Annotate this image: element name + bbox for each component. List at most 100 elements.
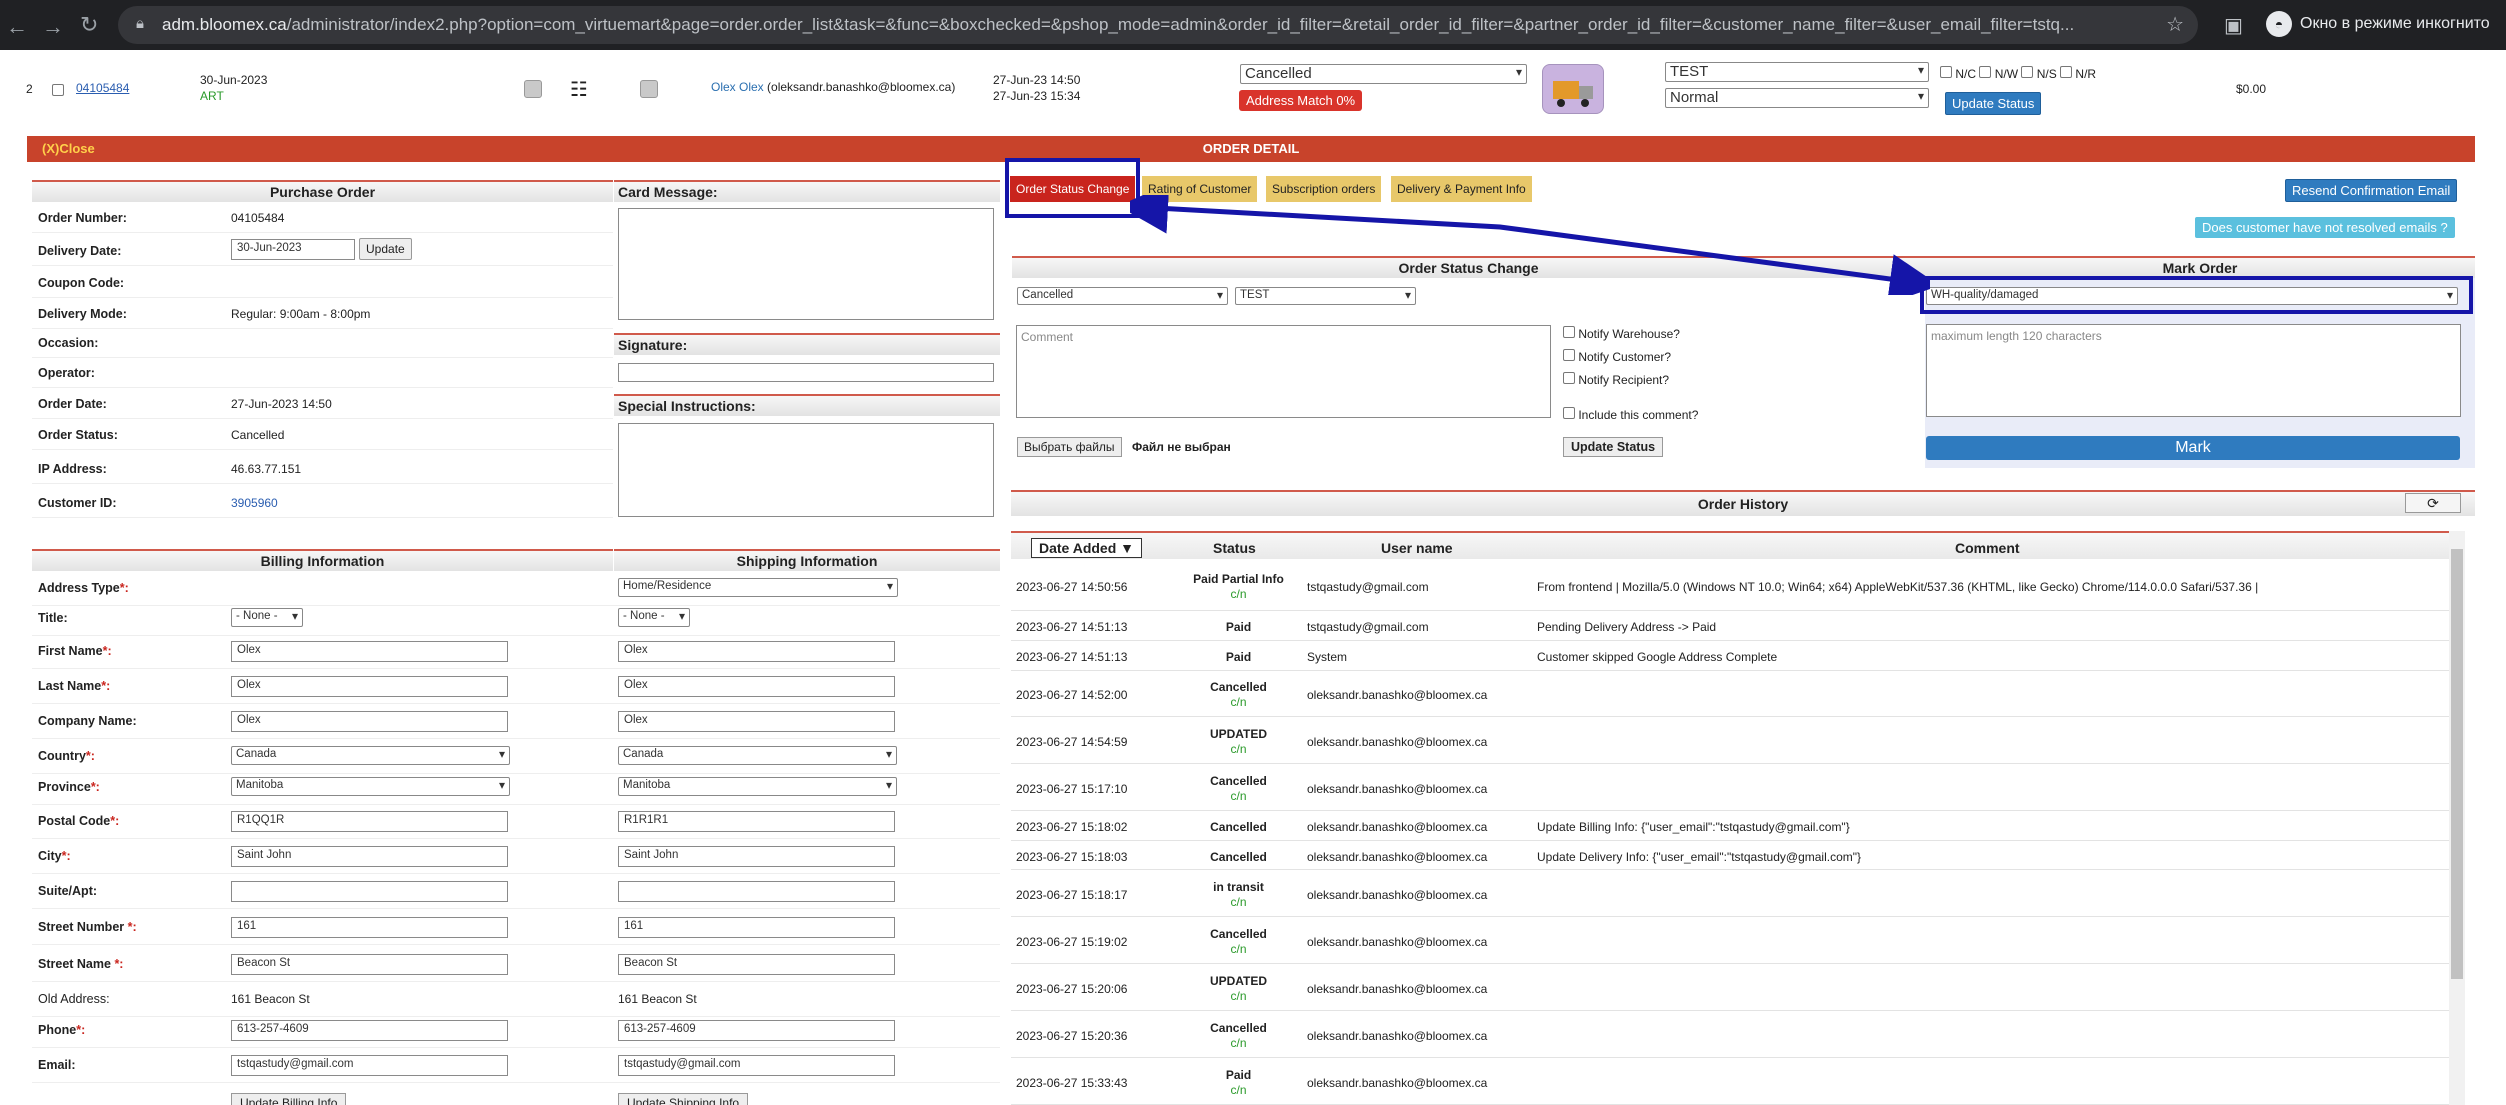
include-comment-option: Include this comment?	[1563, 407, 1698, 422]
print-icon[interactable]	[524, 80, 542, 98]
flag-ns-checkbox[interactable]	[2021, 66, 2034, 78]
billing-label-text: Street Number	[38, 920, 128, 934]
address-match-badge: Address Match 0%	[1239, 90, 1363, 111]
no-file-label: Файл не выбран	[1132, 440, 1231, 454]
customer-name-link[interactable]: Olex Olex	[711, 80, 764, 94]
url-text[interactable]: adm.bloomex.ca/administrator/index2.php?…	[162, 15, 2152, 35]
test-select[interactable]: TEST	[1665, 62, 1929, 82]
billing-label: Address Type*:	[38, 581, 129, 595]
history-comment: Update Billing Info: {"user_email":"tstq…	[1537, 820, 1850, 834]
billing-title-select[interactable]: - None -	[231, 608, 303, 627]
shipping-input[interactable]: Beacon St	[618, 954, 895, 975]
billing-input[interactable]: Olex	[231, 711, 508, 732]
flag-nr-label: N/R	[2075, 67, 2097, 81]
customer-id-link[interactable]: 3905960	[231, 496, 278, 510]
created-time: 27-Jun-23 14:50	[993, 73, 1081, 87]
notify-warehouse-checkbox[interactable]	[1563, 326, 1575, 338]
shipping-input[interactable]: Olex	[618, 711, 895, 732]
delivery-truck-icon[interactable]	[1542, 64, 1604, 114]
billing-input[interactable]: Olex	[231, 676, 508, 697]
unresolved-emails-button[interactable]: Does customer have not resolved emails ?	[2195, 217, 2455, 238]
required-marker: *:	[102, 644, 112, 658]
shipping-address-type-select[interactable]: Home/Residence	[618, 578, 898, 597]
flag-nw-checkbox[interactable]	[1979, 66, 1992, 78]
annotation-box-tab	[1005, 158, 1140, 218]
copy-icon[interactable]	[640, 80, 658, 98]
address-bar[interactable]: 🔒︎ adm.bloomex.ca/administrator/index2.p…	[118, 6, 2198, 44]
row-divider	[32, 738, 1000, 739]
required-marker: *:	[61, 849, 71, 863]
billing-select[interactable]: Canada	[231, 746, 510, 765]
billing-input[interactable]: 613-257-4609	[231, 1020, 508, 1041]
bookmark-star-icon[interactable]: ☆	[2166, 12, 2184, 37]
billing-input[interactable]: Beacon St	[231, 954, 508, 975]
update-delivery-date-button[interactable]: Update	[359, 238, 412, 260]
shipping-select[interactable]: Canada	[618, 746, 897, 765]
shipping-input[interactable]: R1R1R1	[618, 811, 895, 832]
update-status-button[interactable]: Update Status	[1945, 92, 2042, 115]
forward-icon[interactable]: →	[42, 14, 64, 40]
shipping-input[interactable]: tstqastudy@gmail.com	[618, 1055, 895, 1076]
incognito-icon[interactable]: ◓	[2266, 11, 2292, 37]
shipping-input[interactable]: Olex	[618, 676, 895, 697]
update-shipping-button[interactable]: Update Shipping Info	[618, 1093, 749, 1105]
billing-input[interactable]: Saint John	[231, 846, 508, 867]
billing-input[interactable]: Olex	[231, 641, 508, 662]
side-panel-icon[interactable]: ▣	[2224, 13, 2243, 38]
list-icon[interactable]: ☷	[570, 77, 588, 102]
billing-input[interactable]	[231, 881, 508, 902]
billing-input[interactable]: R1QQ1R	[231, 811, 508, 832]
order-status-select[interactable]: Cancelled	[1240, 64, 1527, 84]
special-instructions-heading: Special Instructions:	[614, 394, 1000, 416]
billing-label-text: Last Name	[38, 679, 102, 693]
refresh-icon[interactable]: ⟳	[2405, 493, 2461, 513]
billing-select[interactable]: Manitoba	[231, 777, 510, 796]
mark-button[interactable]: Mark	[1926, 436, 2460, 460]
status-change-update-button[interactable]: Update Status	[1563, 437, 1664, 457]
shipping-input[interactable]: Saint John	[618, 846, 895, 867]
shipping-input[interactable]: Olex	[618, 641, 895, 662]
priority-select[interactable]: Normal	[1665, 88, 1929, 108]
history-comment: Customer skipped Google Address Complete	[1537, 650, 1778, 664]
shipping-input[interactable]	[618, 881, 895, 902]
resend-confirmation-button[interactable]: Resend Confirmation Email	[2285, 179, 2458, 202]
delivery-date-input[interactable]: 30-Jun-2023	[231, 239, 355, 260]
flag-nc-checkbox[interactable]	[1940, 66, 1952, 78]
include-comment-checkbox[interactable]	[1563, 407, 1575, 419]
date-added-sort[interactable]: Date Added ▼	[1031, 538, 1143, 558]
back-icon[interactable]: ←	[6, 14, 28, 40]
required-marker: *:	[85, 749, 95, 763]
flag-nw-label: N/W	[1994, 67, 2019, 81]
history-comment: Update Delivery Info: {"user_email":"tst…	[1537, 849, 1862, 864]
row-checkbox[interactable]	[52, 84, 64, 96]
order-number-link[interactable]: 04105484	[76, 81, 129, 95]
shipping-input[interactable]: 613-257-4609	[618, 1020, 895, 1041]
history-user: oleksandr.banashko@bloomex.ca	[1307, 1028, 1488, 1043]
mark-order-heading: Mark Order	[1925, 256, 2475, 278]
mark-comment-textarea[interactable]: maximum length 120 characters	[1926, 324, 2461, 417]
choose-files-button[interactable]: Выбрать файлы	[1017, 437, 1122, 457]
billing-label: Postal Code*:	[38, 814, 119, 828]
history-user: oleksandr.banashko@bloomex.ca	[1307, 849, 1488, 864]
card-message-textarea[interactable]	[618, 208, 994, 320]
update-billing-button[interactable]: Update Billing Info	[231, 1093, 347, 1105]
history-comment-header: Comment	[1955, 540, 2020, 556]
row-divider	[32, 838, 1000, 839]
history-row: 2023-06-27 15:18:03 Cancelled oleksandr.ba…	[1011, 841, 2449, 870]
shipping-input[interactable]: 161	[618, 917, 895, 938]
reload-icon[interactable]: ↻	[80, 12, 98, 38]
row-divider	[32, 873, 1000, 874]
flag-nr-checkbox[interactable]	[2060, 66, 2073, 78]
notify-recipient-checkbox[interactable]	[1563, 372, 1575, 384]
history-user: oleksandr.banashko@bloomex.ca	[1307, 734, 1488, 749]
notify-customer-checkbox[interactable]	[1563, 349, 1575, 361]
signature-input[interactable]	[618, 363, 994, 382]
order-detail-title: ORDER DETAIL	[1202, 141, 1300, 156]
special-instructions-textarea[interactable]	[618, 423, 994, 517]
status-comment-textarea[interactable]: Comment	[1016, 325, 1551, 418]
shipping-title-select[interactable]: - None -	[618, 608, 690, 627]
history-scrollbar[interactable]	[2449, 531, 2465, 1105]
billing-input[interactable]: 161	[231, 917, 508, 938]
billing-input[interactable]: tstqastudy@gmail.com	[231, 1055, 508, 1076]
shipping-select[interactable]: Manitoba	[618, 777, 897, 796]
